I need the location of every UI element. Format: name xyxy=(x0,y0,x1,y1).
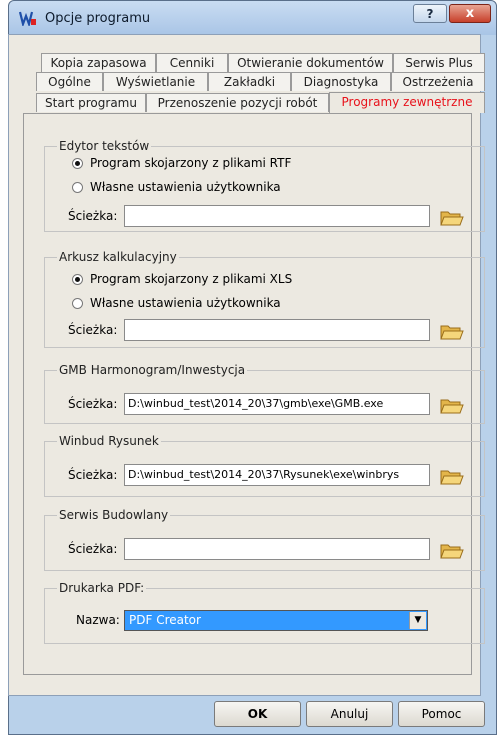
option-label: Własne ustawienia użytkownika xyxy=(90,296,281,310)
browse-folder-icon[interactable] xyxy=(440,541,464,561)
spreadsheet-option-custom[interactable]: Własne ustawienia użytkownika xyxy=(72,295,281,311)
text-editor-option-custom[interactable]: Własne ustawienia użytkownika xyxy=(72,179,281,195)
radio-button-checked[interactable] xyxy=(72,158,83,169)
tab-cenniki[interactable]: Cenniki xyxy=(156,53,228,72)
tab-ostrzezenia[interactable]: Ostrzeżenia xyxy=(391,72,485,91)
radio-button[interactable] xyxy=(72,298,83,309)
radio-button-checked[interactable] xyxy=(72,274,83,285)
browse-folder-icon[interactable] xyxy=(440,208,464,228)
construction-service-path-input[interactable] xyxy=(124,538,430,560)
option-label: Program skojarzony z plikami RTF xyxy=(90,156,292,170)
option-label: Program skojarzony z plikami XLS xyxy=(90,272,293,286)
close-button[interactable]: x xyxy=(449,4,491,23)
group-title: Arkusz kalkulacyjny xyxy=(57,250,179,264)
group-title: Serwis Budowlany xyxy=(57,508,171,522)
path-label: Ścieżka: xyxy=(68,397,118,411)
chevron-down-icon[interactable]: ▼ xyxy=(409,612,426,629)
radio-button[interactable] xyxy=(72,182,83,193)
browse-folder-icon[interactable] xyxy=(440,467,464,487)
selected-value: PDF Creator xyxy=(129,613,201,627)
gmb-path-input[interactable]: D:\winbud_test\2014_20\37\gmb\exe\GMB.ex… xyxy=(124,393,430,415)
tab-programy-zewnetrzne[interactable]: Programy zewnętrzne xyxy=(329,92,485,113)
browse-folder-icon[interactable] xyxy=(440,322,464,342)
tab-wyswietlanie[interactable]: Wyświetlanie xyxy=(103,72,208,91)
path-label: Ścieżka: xyxy=(68,323,118,337)
group-title: GMB Harmonogram/Inwestycja xyxy=(57,363,248,377)
dialog-title: Opcje programu xyxy=(45,11,151,26)
path-label: Ścieżka: xyxy=(68,542,118,556)
group-title: Drukarka PDF: xyxy=(57,581,147,595)
spreadsheet-option-associated[interactable]: Program skojarzony z plikami XLS xyxy=(72,271,292,287)
group-title: Winbud Rysunek xyxy=(57,434,161,448)
option-label: Własne ustawienia użytkownika xyxy=(90,180,281,194)
browse-folder-icon[interactable] xyxy=(440,396,464,416)
name-label: Nazwa: xyxy=(76,613,120,627)
tab-start-programu[interactable]: Start programu xyxy=(36,93,146,112)
ok-button[interactable]: OK xyxy=(214,701,301,727)
text-editor-option-associated[interactable]: Program skojarzony z plikami RTF xyxy=(72,155,291,171)
pdf-printer-select[interactable]: PDF Creator ▼ xyxy=(124,610,428,631)
title-bar[interactable]: Opcje programu ? x xyxy=(9,1,496,35)
tab-przenoszenie-pozycji[interactable]: Przenoszenie pozycji robót xyxy=(146,93,329,112)
cancel-button[interactable]: Anuluj xyxy=(306,701,393,727)
path-label: Ścieżka: xyxy=(68,209,118,223)
tab-diagnostyka[interactable]: Diagnostyka xyxy=(291,72,391,91)
tab-serwis-plus[interactable]: Serwis Plus xyxy=(393,53,485,72)
spreadsheet-path-input[interactable] xyxy=(124,319,430,341)
text-editor-path-input[interactable] xyxy=(124,205,430,227)
path-label: Ścieżka: xyxy=(68,468,118,482)
help-footer-button[interactable]: Pomoc xyxy=(398,701,485,727)
tab-ogolne[interactable]: Ogólne xyxy=(36,72,103,91)
tab-kopia-zapasowa[interactable]: Kopia zapasowa xyxy=(41,53,156,72)
tab-otwieranie-dokumentow[interactable]: Otwieranie dokumentów xyxy=(228,53,393,72)
winbud-app-icon xyxy=(19,11,36,26)
help-button[interactable]: ? xyxy=(413,4,447,23)
group-title: Edytor tekstów xyxy=(57,139,152,153)
winbud-drawing-path-input[interactable]: D:\winbud_test\2014_20\37\Rysunek\exe\wi… xyxy=(124,464,430,486)
tab-zakladki[interactable]: Zakładki xyxy=(208,72,291,91)
